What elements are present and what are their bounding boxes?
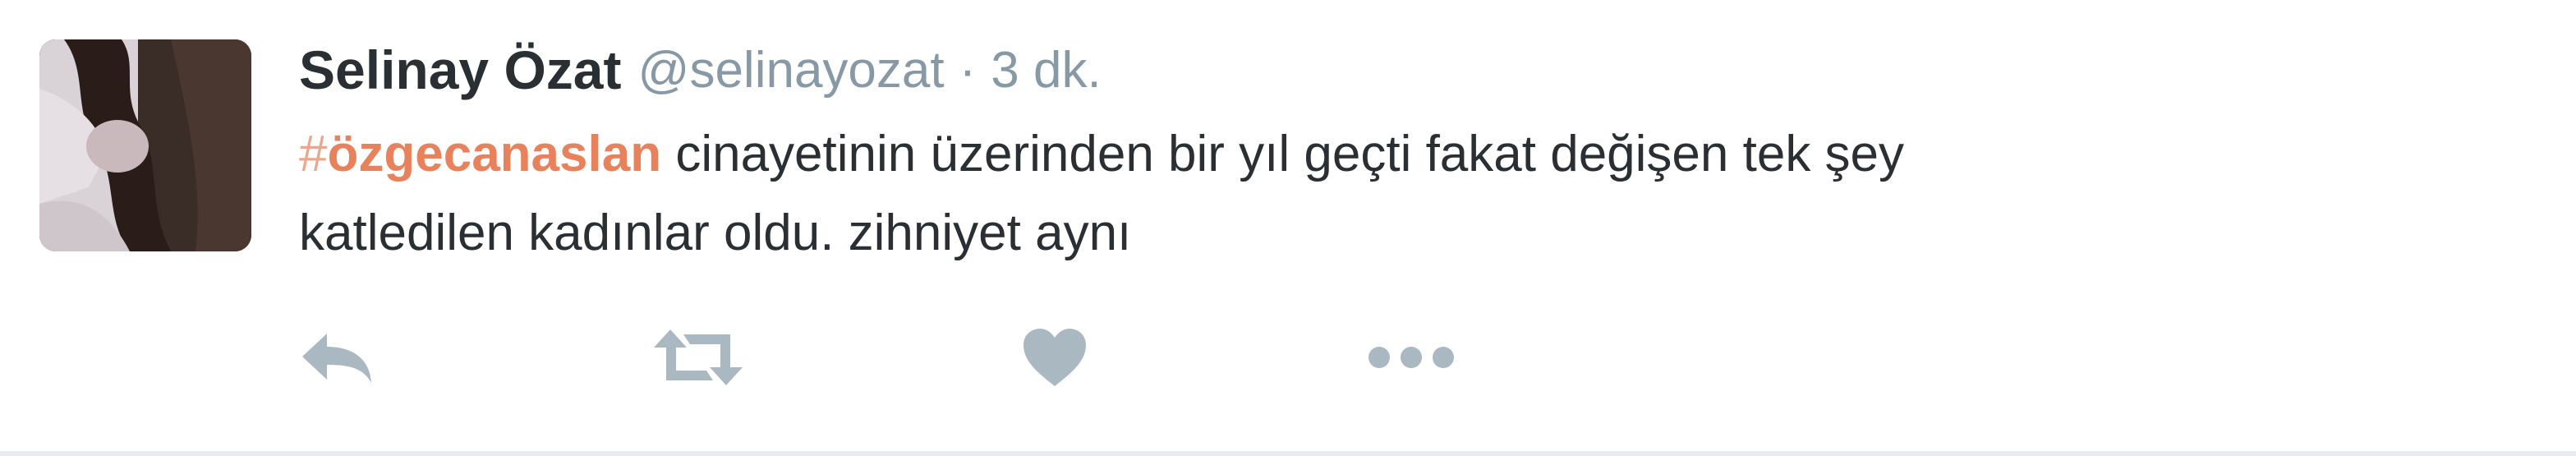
- tweet-divider: [0, 451, 2576, 456]
- like-button[interactable]: [1022, 316, 1088, 398]
- user-handle[interactable]: @selinayozat: [638, 41, 945, 99]
- tweet-timestamp[interactable]: 3 dk.: [991, 41, 1101, 99]
- tweet-text-line1: cinayetinin üzerinden bir yıl geçti faka…: [661, 126, 1905, 182]
- avatar-image: [39, 39, 251, 251]
- avatar[interactable]: [39, 39, 251, 251]
- hash-symbol: #: [299, 126, 328, 182]
- tweet-text-line2: katledilen kadınlar oldu. zihniyet aynı: [299, 205, 1132, 261]
- reply-icon: [302, 334, 371, 383]
- hashtag-text: özgecanaslan: [327, 126, 662, 182]
- tweet: Selinay Özat @selinayozat · 3 dk. #özgec…: [0, 0, 2576, 456]
- reply-button[interactable]: [299, 316, 375, 398]
- retweet-icon: [654, 329, 743, 385]
- hashtag-link[interactable]: #özgecanaslan: [299, 126, 661, 182]
- more-button[interactable]: [1367, 316, 1456, 398]
- tweet-header: Selinay Özat @selinayozat · 3 dk.: [299, 33, 1102, 107]
- separator-dot: ·: [959, 41, 977, 99]
- retweet-button[interactable]: [652, 316, 744, 398]
- user-fullname[interactable]: Selinay Özat: [299, 39, 622, 101]
- more-icon: [1368, 347, 1454, 368]
- heart-icon: [1024, 329, 1086, 386]
- tweet-text: #özgecanaslan cinayetinin üzerinden bir …: [299, 115, 2353, 273]
